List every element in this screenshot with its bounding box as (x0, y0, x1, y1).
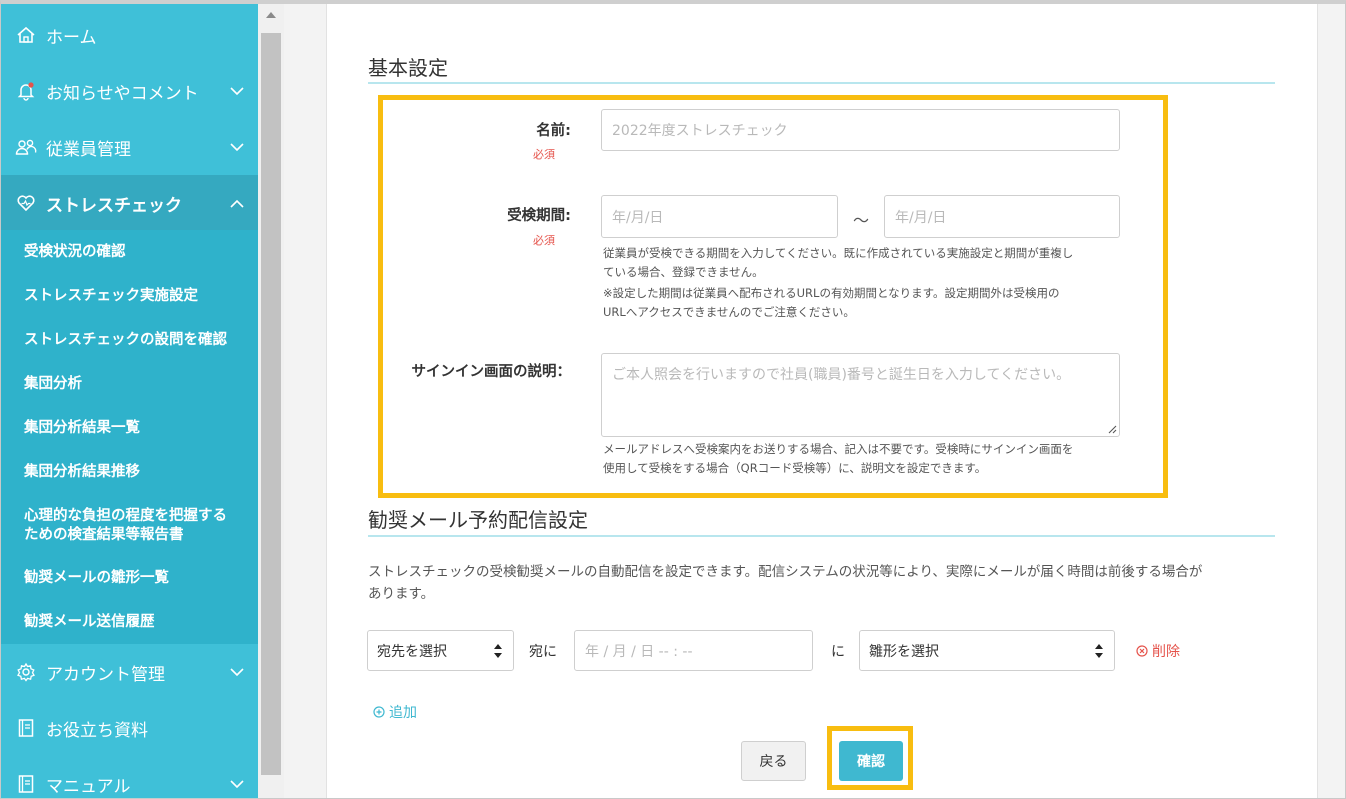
signin-description-textarea[interactable]: ご本人照会を行いますので社員(職員)番号と誕生日を入力してください。 (601, 353, 1120, 437)
name-label: 名前: (536, 123, 571, 139)
gear-icon (15, 661, 37, 683)
date-placeholder: 年/月/日 (612, 209, 664, 226)
submenu-item-label: 心理的な負担の程度を把握する (24, 508, 227, 524)
submenu-item-settings[interactable]: ストレスチェック実施設定 (24, 287, 198, 306)
chevron-down-icon (230, 777, 244, 791)
sidebar-item-manual[interactable]: マニュアル (1, 756, 258, 798)
chevron-down-icon (230, 665, 244, 679)
sidebar-item-label: ストレスチェック (46, 195, 182, 216)
select-arrows-icon (494, 643, 502, 658)
submenu-item-report[interactable]: 心理的な負担の程度を把握する ための検査結果等報告書 (24, 507, 227, 545)
period-help-text: 従業員が受検できる期間を入力してください。既に作成されている実施設定と期間が重複… (603, 244, 1123, 322)
sidebar-scrollbar[interactable] (258, 4, 284, 798)
name-placeholder: 2022年度ストレスチェック (612, 123, 788, 139)
template-select[interactable]: 雛形を選択 (859, 630, 1115, 671)
sidebar-item-account[interactable]: アカウント管理 (1, 644, 258, 700)
help-line: メールアドレスへ受検案内をお送りする場合、記入は不要です。受検時にサインイン画面… (603, 442, 1074, 456)
basic-settings-title: 基本設定 (368, 56, 448, 80)
sidebar-item-label: お知らせやコメント (46, 83, 199, 104)
sidebar-item-label: アカウント管理 (46, 664, 165, 685)
ni-label: に (831, 644, 845, 660)
sidebar-item-label: 従業員管理 (46, 139, 131, 160)
resize-handle-icon[interactable] (1107, 424, 1117, 434)
sidebar-item-label: ホーム (46, 27, 97, 48)
recipient-select-value: 宛先を選択 (377, 643, 447, 660)
period-start-date-input[interactable]: 年/月/日 (601, 195, 838, 238)
close-circle-icon (1136, 645, 1148, 657)
heart-icon (15, 192, 37, 214)
section-divider (368, 82, 1275, 84)
submenu-item-mail-templates[interactable]: 勧奨メールの雛形一覧 (24, 569, 169, 588)
submenu-item-questions[interactable]: ストレスチェックの設問を確認 (24, 331, 227, 350)
signin-placeholder: ご本人照会を行いますので社員(職員)番号と誕生日を入力してください。 (612, 367, 1071, 383)
users-icon (15, 136, 37, 158)
required-badge: 必須 (533, 234, 555, 247)
chevron-down-icon (230, 84, 244, 98)
period-label: 受検期間: (507, 208, 571, 224)
signin-help-text: メールアドレスへ受検案内をお送りする場合、記入は不要です。受検時にサインイン画面… (603, 440, 1123, 478)
sidebar-item-label: マニュアル (46, 776, 131, 797)
help-line: URLへアクセスできませんのでご注意ください。 (603, 305, 855, 319)
submenu-item-label: ための検査結果等報告書 (24, 527, 184, 543)
back-button[interactable]: 戻る (741, 741, 806, 781)
sidebar-item-notices[interactable]: お知らせやコメント (1, 63, 258, 119)
stress-check-submenu: 受検状況の確認 ストレスチェック実施設定 ストレスチェックの設問を確認 集団分析… (1, 230, 258, 644)
name-input[interactable]: 2022年度ストレスチェック (601, 109, 1120, 151)
mail-settings-title: 勧奨メール予約配信設定 (368, 508, 588, 532)
send-datetime-input[interactable]: 年 / 月 / 日 -- : -- (574, 630, 813, 671)
chevron-up-icon (230, 196, 244, 210)
plus-circle-icon (373, 706, 385, 718)
book-icon (15, 773, 37, 795)
delete-label: 削除 (1152, 644, 1180, 660)
submenu-item-group-results[interactable]: 集団分析結果一覧 (24, 419, 140, 438)
scrollbar-thumb[interactable] (261, 33, 281, 775)
desc-line: ストレスチェックの受検勧奨メールの自動配信を設定できます。配信システムの状況等に… (368, 564, 1203, 580)
mail-settings-description: ストレスチェックの受検勧奨メールの自動配信を設定できます。配信システムの状況等に… (368, 561, 1278, 605)
sidebar-item-resources[interactable]: お役立ち資料 (1, 700, 258, 756)
scroll-up-arrow-icon[interactable] (266, 12, 276, 18)
date-placeholder: 年/月/日 (895, 209, 947, 226)
select-arrows-icon (1095, 643, 1103, 658)
add-label: 追加 (389, 705, 417, 721)
desc-line: あります。 (368, 586, 435, 602)
sidebar: ホーム お知らせやコメント 従業員管理 ストレスチェック 受検状況の確認 ストレ… (1, 4, 258, 798)
home-icon (15, 24, 37, 46)
content-gutter (284, 4, 326, 798)
submenu-item-group-analysis[interactable]: 集団分析 (24, 375, 82, 394)
recipient-select[interactable]: 宛先を選択 (367, 630, 514, 671)
app-window: ホーム お知らせやコメント 従業員管理 ストレスチェック 受検状況の確認 ストレ… (0, 0, 1346, 799)
help-line: ※設定した期間は従業員へ配布されるURLの有効期間となります。設定期間外は受検用… (603, 286, 1060, 300)
submenu-item-status[interactable]: 受検状況の確認 (24, 243, 126, 262)
book-icon (15, 717, 37, 739)
section-divider (368, 535, 1275, 537)
to-label: 宛に (529, 644, 557, 660)
help-line: 使用して受検をする場合（QRコード受検等）に、説明文を設定できます。 (603, 461, 987, 475)
content-gutter-right (1317, 4, 1345, 798)
add-link[interactable]: 追加 (373, 702, 417, 722)
template-select-value: 雛形を選択 (869, 643, 939, 660)
datetime-placeholder: 年 / 月 / 日 -- : -- (585, 643, 693, 660)
sidebar-item-stress-check[interactable]: ストレスチェック (1, 175, 258, 231)
help-line: 従業員が受検できる期間を入力してください。既に作成されている実施設定と期間が重複… (603, 246, 1074, 260)
delete-link[interactable]: 削除 (1136, 641, 1180, 661)
submenu-item-mail-history[interactable]: 勧奨メール送信履歴 (24, 613, 155, 632)
chevron-down-icon (230, 140, 244, 154)
confirm-button[interactable]: 確認 (839, 741, 903, 781)
sidebar-item-employees[interactable]: 従業員管理 (1, 119, 258, 175)
required-badge: 必須 (533, 148, 555, 161)
help-line: ている場合、登録できません。 (603, 265, 764, 279)
signin-description-label: サインイン画面の説明： (411, 364, 572, 380)
submenu-item-group-trend[interactable]: 集団分析結果推移 (24, 463, 140, 482)
sidebar-item-label: お役立ち資料 (46, 720, 148, 741)
period-end-date-input[interactable]: 年/月/日 (884, 195, 1120, 238)
period-separator: ～ (853, 211, 870, 230)
bell-icon (15, 80, 37, 102)
sidebar-item-home[interactable]: ホーム (1, 7, 258, 63)
